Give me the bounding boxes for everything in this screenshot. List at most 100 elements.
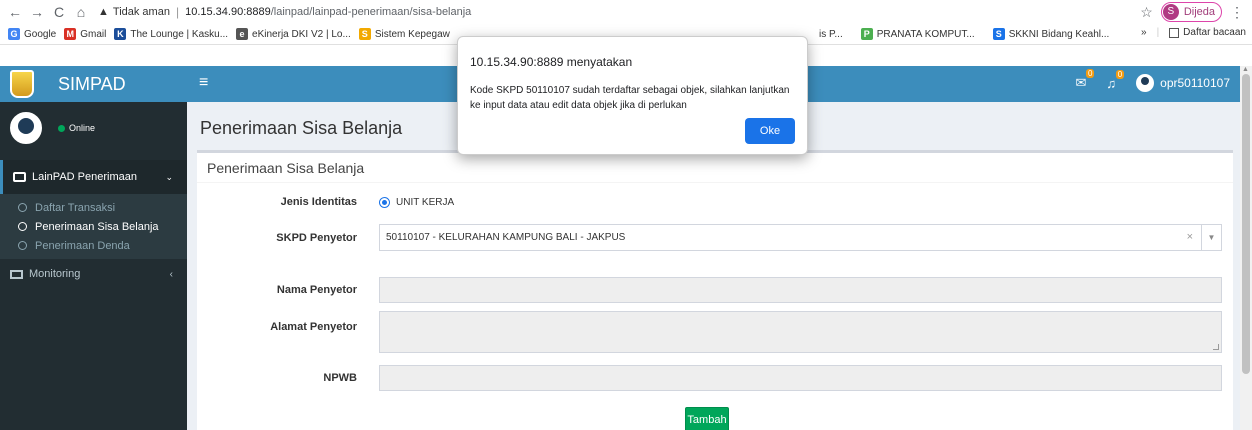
box-title: Penerimaan Sisa Belanja (197, 153, 1233, 183)
bookmark-item[interactable]: S Sistem Kepegaw (358, 28, 450, 40)
bookmarks-left: G Google M Gmail K The Lounge | Kasku... e eKin… (0, 28, 450, 40)
sidebar-submenu: Daftar Transaksi Penerimaan Sisa Belanja… (0, 194, 187, 259)
user-avatar-icon (1136, 74, 1155, 92)
alert-dialog: 10.15.34.90:8889 menyatakan Kode SKPD 50… (457, 36, 808, 155)
bookmark-item[interactable]: is P... (803, 28, 843, 40)
bookmark-icon: S (358, 28, 371, 40)
bookmark-label: Google (24, 28, 57, 40)
mail-badge: 0 (1085, 69, 1095, 78)
url-host[interactable]: 10.15.34.90:8889 (185, 6, 271, 18)
scroll-up-icon[interactable]: ▲ (1242, 66, 1249, 73)
notification-button[interactable]: ♫ 0 (1106, 69, 1125, 91)
row-skpd: SKPD Penyetor 50110107 - KELURAHAN KAMPU… (197, 224, 1222, 251)
navbar-icons: ✉ 0 ♫ 0 opr50110107 (1075, 69, 1230, 92)
ok-button[interactable]: Oke (745, 118, 795, 144)
bookmark-item[interactable]: e eKinerja DKI V2 | Lo... (236, 28, 351, 40)
bookmark-icon: S (992, 28, 1005, 40)
online-label: Online (69, 123, 96, 133)
label-npwb: NPWB (323, 372, 357, 384)
form-box: Penerimaan Sisa Belanja Jenis Identitas … (197, 150, 1233, 430)
bookmark-item[interactable]: G Google (8, 28, 56, 40)
page-title: Penerimaan Sisa Belanja (200, 118, 403, 138)
dropdown-arrow-icon[interactable]: ▼ (1201, 225, 1221, 250)
sidebar-item-label: Daftar Transaksi (35, 201, 116, 214)
skpd-select[interactable]: 50110107 - KELURAHAN KAMPUNG BALI - JAKP… (379, 224, 1222, 251)
username: opr50110107 (1160, 76, 1230, 90)
radio-unit-kerja[interactable]: UNIT KERJA (379, 196, 455, 208)
row-nama: Nama Penyetor (197, 277, 1222, 303)
id-card-icon (13, 172, 26, 182)
row-jenis-identitas: Jenis Identitas UNIT KERJA (197, 196, 455, 208)
warning-icon[interactable]: ▲ (98, 6, 109, 18)
bookmark-item[interactable]: S SKKNI Bidang Keahl... (992, 28, 1109, 40)
bookmark-icon: M (64, 28, 77, 40)
mail-button[interactable]: ✉ 0 (1075, 69, 1095, 91)
alamat-penyetor-textarea[interactable] (379, 311, 1222, 353)
sidebar-item-lainpad[interactable]: LainPAD Penerimaan ⌄ (0, 160, 187, 194)
chevron-down-icon: ⌄ (165, 171, 173, 182)
radio-label: UNIT KERJA (396, 196, 455, 208)
bookmark-label: is P... (819, 28, 843, 40)
bookmark-label: Gmail (80, 28, 107, 40)
dki-emblem-icon (10, 70, 34, 98)
monitor-icon (10, 269, 23, 279)
mail-icon: ✉ (1075, 75, 1087, 90)
reading-list-label: Daftar bacaan (1183, 27, 1246, 38)
dialog-message: Kode SKPD 50110107 sudah terdaftar sebag… (470, 85, 790, 111)
bookmark-item[interactable]: K The Lounge | Kasku... (114, 28, 228, 40)
url-path[interactable]: /lainpad/lainpad-penerimaan/sisa-belanja (271, 6, 472, 18)
reading-list-icon (1169, 27, 1180, 38)
browser-menu-icon[interactable]: ⋮ (1230, 4, 1244, 21)
skpd-selected-value: 50110107 - KELURAHAN KAMPUNG BALI - JAKP… (386, 232, 626, 243)
notification-badge: 0 (1115, 69, 1125, 79)
sidebar: Online LainPAD Penerimaan ⌄ Daftar Trans… (0, 102, 187, 430)
bookmarks-right: » | Daftar bacaan (1141, 27, 1246, 38)
profile-avatar: S (1162, 4, 1179, 20)
menu-toggle-icon[interactable]: ≡ (199, 74, 208, 92)
bell-icon: ♫ (1106, 75, 1117, 91)
bookmarks-middle: is P... P PRANATA KOMPUT... S SKKNI Bidang K… (795, 28, 1109, 40)
reload-icon[interactable]: C (50, 4, 68, 20)
bookmark-icon: e (236, 28, 249, 40)
online-dot-icon (58, 124, 65, 132)
bookmark-label: eKinerja DKI V2 | Lo... (252, 28, 351, 40)
sidebar-avatar-icon (10, 112, 42, 144)
reading-list-button[interactable]: Daftar bacaan (1169, 27, 1246, 38)
sidebar-item-sisa-belanja[interactable]: Penerimaan Sisa Belanja (0, 217, 187, 236)
online-status: Online (58, 123, 95, 133)
profile-button[interactable]: S Dijeda (1160, 2, 1222, 22)
page-scrollbar[interactable]: ▲ (1240, 66, 1252, 430)
app-logo[interactable]: SIMPAD (0, 66, 187, 102)
forward-icon[interactable]: → (28, 4, 46, 20)
sidebar-item-label: Monitoring (29, 268, 81, 280)
scroll-thumb[interactable] (1242, 74, 1250, 374)
bookmark-item[interactable]: M Gmail (64, 28, 106, 40)
address-bar[interactable]: ▲ Tidak aman | 10.15.34.90:8889 /lainpad… (90, 5, 471, 19)
browser-toolbar: ← → C ⌂ ▲ Tidak aman | 10.15.34.90:8889 … (0, 0, 1252, 24)
bookmark-icon: K (114, 28, 127, 40)
label-skpd-penyetor: SKPD Penyetor (276, 231, 357, 244)
nama-penyetor-input[interactable] (379, 277, 1222, 303)
clear-icon[interactable]: × (1187, 231, 1193, 243)
sidebar-item-daftar-transaksi[interactable]: Daftar Transaksi (0, 198, 187, 217)
sidebar-item-label: Penerimaan Denda (35, 239, 130, 252)
tambah-button[interactable]: Tambah (685, 407, 729, 430)
bookmark-label: PRANATA KOMPUT... (876, 28, 975, 40)
bookmark-item[interactable]: P PRANATA KOMPUT... (860, 28, 975, 40)
security-label[interactable]: Tidak aman (113, 6, 170, 18)
npwb-input[interactable] (379, 365, 1222, 391)
bookmark-star-icon[interactable]: ☆ (1140, 4, 1153, 21)
bookmark-icon: G (8, 28, 20, 40)
divider: | (1156, 27, 1160, 38)
back-icon[interactable]: ← (6, 4, 24, 20)
home-icon[interactable]: ⌂ (72, 4, 90, 20)
sidebar-item-monitoring[interactable]: Monitoring ‹ (0, 259, 187, 289)
user-menu[interactable]: opr50110107 (1136, 74, 1230, 92)
sidebar-item-denda[interactable]: Penerimaan Denda (0, 236, 187, 255)
row-npwb: NPWB (197, 365, 1222, 391)
bookmark-icon: P (860, 28, 873, 40)
label-nama-penyetor: Nama Penyetor (276, 284, 357, 296)
circle-icon (18, 222, 27, 231)
more-bookmarks-icon[interactable]: » (1141, 27, 1147, 38)
dialog-title: 10.15.34.90:8889 menyatakan (470, 55, 633, 69)
